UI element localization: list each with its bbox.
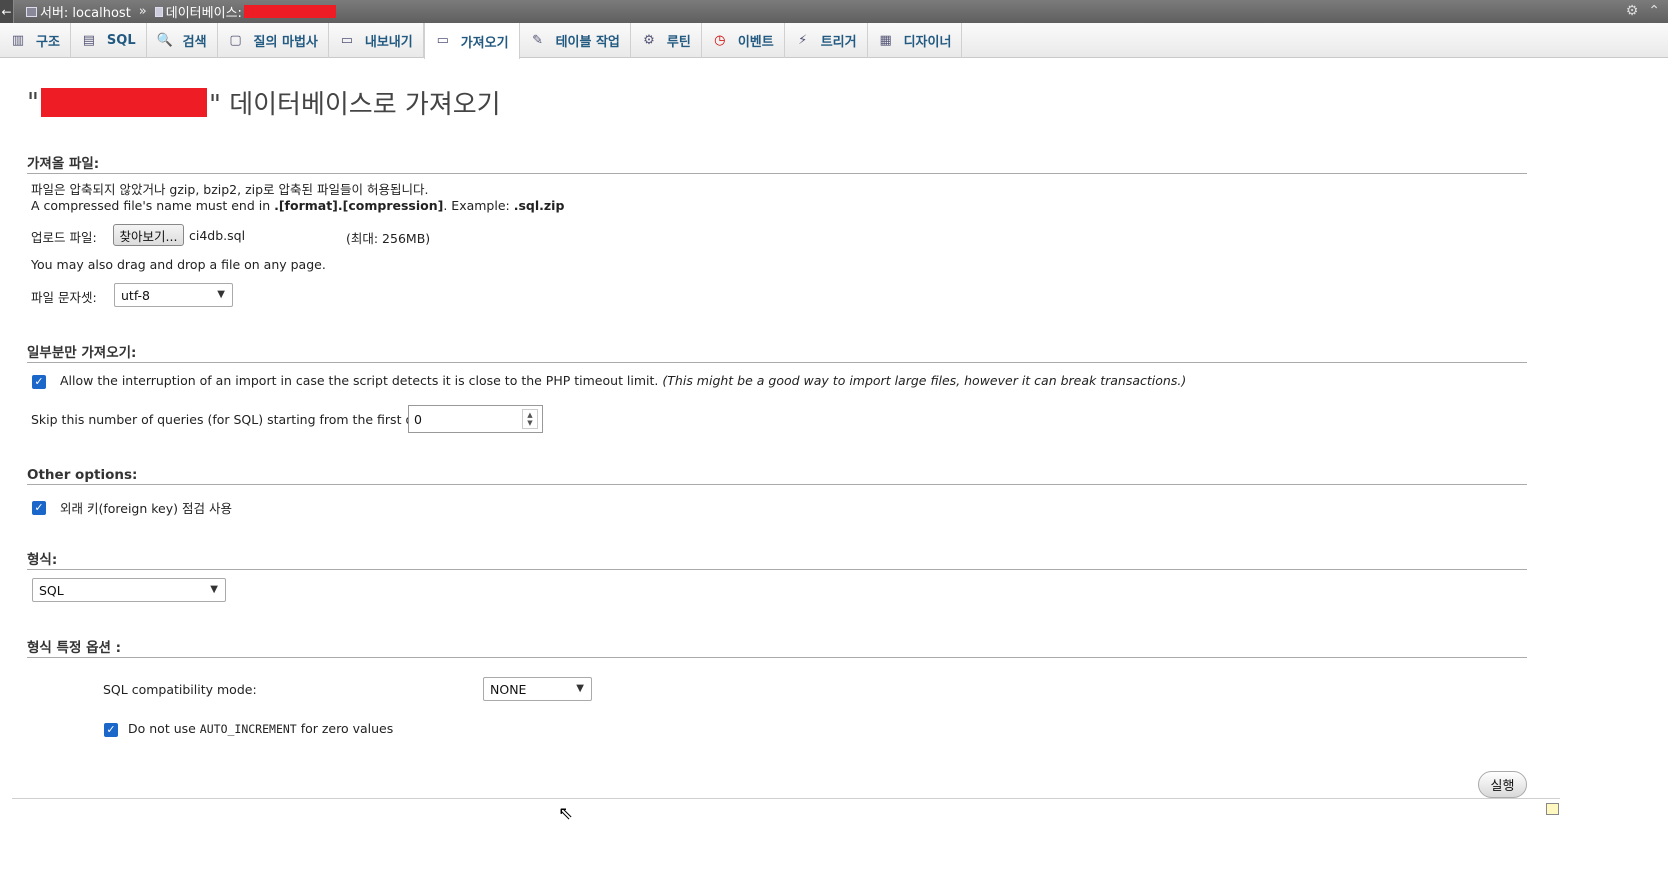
skip-queries-input[interactable]: 0 ▲ ▼ bbox=[408, 405, 543, 433]
charset-label: 파일 문자셋: bbox=[31, 290, 97, 305]
query-icon: ▢ bbox=[229, 32, 242, 48]
console-icon[interactable] bbox=[1546, 803, 1559, 815]
database-label: 데이터베이스: bbox=[165, 6, 242, 21]
tab-search[interactable]: 🔍 검색 bbox=[147, 23, 218, 58]
number-spinner-icon[interactable]: ▲ ▼ bbox=[522, 409, 538, 429]
chevron-down-icon: ▼ bbox=[576, 683, 584, 694]
tab-label: 테이블 작업 bbox=[555, 35, 620, 50]
title-prefix: " bbox=[27, 87, 39, 118]
skip-queries-value: 0 bbox=[414, 411, 422, 427]
top-breadcrumb-bar: ← 서버: localhost » 데이터베이스: ⚙ ⌃ bbox=[0, 0, 1668, 23]
fk-check-checkbox[interactable]: ✓ bbox=[32, 501, 46, 515]
no-auto-increment-checkbox[interactable]: ✓ bbox=[104, 723, 118, 737]
label-code: AUTO_INCREMENT bbox=[199, 722, 297, 736]
label-text: for zero values bbox=[296, 721, 394, 736]
compressed-filename-note: A compressed file's name must end in .[f… bbox=[31, 198, 564, 213]
upload-file-label: 업로드 파일: bbox=[31, 230, 97, 245]
section-heading-format-options: 형식 특정 옵션 : bbox=[27, 636, 1527, 658]
section-heading-format: 형식: bbox=[27, 548, 1527, 570]
back-label: ← bbox=[1, 4, 12, 19]
footer-divider bbox=[12, 798, 1560, 799]
server-icon bbox=[26, 6, 37, 17]
section-heading-other: Other options: bbox=[27, 467, 1527, 485]
allowed-compression-note: 파일은 압축되지 않았거나 gzip, bzip2, zip로 압축된 파일들이… bbox=[31, 182, 429, 197]
export-icon: ▭ bbox=[340, 32, 354, 48]
charset-select[interactable]: utf-8 ▼ bbox=[114, 283, 233, 307]
selected-file-name: ci4db.sql bbox=[189, 228, 246, 243]
designer-icon: ▦ bbox=[879, 32, 892, 48]
collapse-icon[interactable]: ⌃ bbox=[1648, 3, 1660, 19]
import-icon: ▭ bbox=[436, 33, 449, 48]
tab-label: 디자이너 bbox=[903, 35, 952, 50]
redacted-database-name bbox=[243, 5, 336, 18]
tab-label: 검색 bbox=[182, 35, 207, 50]
clock-icon: ◷ bbox=[714, 32, 726, 48]
chevron-down-icon: ▼ bbox=[210, 584, 218, 595]
allow-interrupt-text: Allow the interruption of an import in c… bbox=[60, 373, 659, 388]
skip-queries-label: Skip this number of queries (for SQL) st… bbox=[31, 412, 433, 427]
note-format: .[format].[compression] bbox=[274, 198, 444, 213]
tab-label: 구조 bbox=[36, 35, 60, 50]
tab-designer[interactable]: ▦ 디자이너 bbox=[868, 23, 963, 58]
fk-check-label: 외래 키(foreign key) 점검 사용 bbox=[60, 501, 232, 516]
breadcrumb-database[interactable]: 데이터베이스: bbox=[154, 2, 336, 21]
tab-sql[interactable]: ▤ SQL bbox=[71, 23, 147, 58]
label-text: Do not use bbox=[128, 721, 200, 736]
format-select[interactable]: SQL ▼ bbox=[32, 578, 226, 602]
search-icon: 🔍 bbox=[156, 32, 173, 48]
compat-mode-select[interactable]: NONE ▼ bbox=[483, 677, 592, 701]
tab-label: 가져오기 bbox=[460, 35, 509, 51]
compat-mode-label: SQL compatibility mode: bbox=[103, 682, 257, 697]
server-label: 서버: localhost bbox=[40, 6, 131, 21]
redacted-database-name bbox=[40, 88, 207, 117]
tab-label: 내보내기 bbox=[364, 35, 413, 50]
database-icon bbox=[154, 6, 163, 17]
go-submit-button[interactable]: 실행 bbox=[1478, 771, 1527, 798]
max-upload-size: (최대: 256MB) bbox=[346, 231, 431, 246]
tab-structure[interactable]: ▥ 구조 bbox=[0, 23, 71, 58]
compat-mode-value: NONE bbox=[490, 681, 527, 697]
tab-label: SQL bbox=[106, 33, 136, 48]
tab-routines[interactable]: ⚙ 루틴 bbox=[631, 23, 702, 58]
note-text: A compressed file's name must end in bbox=[31, 198, 275, 213]
sql-icon: ▤ bbox=[82, 32, 96, 48]
tab-label: 루틴 bbox=[666, 35, 691, 50]
tab-label: 트리거 bbox=[820, 35, 857, 50]
browse-file-button[interactable]: 찾아보기... bbox=[113, 224, 184, 246]
routines-icon: ⚙ bbox=[643, 32, 655, 48]
drag-drop-note: You may also drag and drop a file on any… bbox=[31, 257, 326, 272]
section-heading-partial: 일부분만 가져오기: bbox=[27, 341, 1527, 363]
page-title: " " 데이터베이스로 가져오기 bbox=[27, 84, 501, 121]
section-heading-file: 가져올 파일: bbox=[27, 152, 1527, 174]
tab-triggers[interactable]: ⚡ 트리거 bbox=[785, 23, 868, 58]
main-tab-bar: ▥ 구조 ▤ SQL 🔍 검색 ▢ 질의 마법사 ▭ 내보내기 ▭ 가져오기 ✎ 테이블 작업… bbox=[0, 23, 1668, 59]
format-value: SQL bbox=[39, 582, 64, 598]
structure-icon: ▥ bbox=[11, 32, 25, 48]
note-example: .sql.zip bbox=[513, 198, 565, 213]
tab-import[interactable]: ▭ 가져오기 bbox=[423, 23, 520, 59]
breadcrumb-separator: » bbox=[138, 4, 147, 19]
tab-events[interactable]: ◷ 이벤트 bbox=[702, 23, 785, 58]
allow-interrupt-checkbox[interactable]: ✓ bbox=[32, 375, 46, 389]
trigger-icon: ⚡ bbox=[798, 32, 808, 48]
tab-export[interactable]: ▭ 내보내기 bbox=[329, 23, 424, 58]
wrench-icon: ✎ bbox=[532, 32, 544, 48]
back-arrow-icon[interactable]: ← bbox=[0, 0, 14, 23]
note-text: . Example: bbox=[443, 198, 514, 213]
settings-gear-icon[interactable]: ⚙ bbox=[1626, 3, 1639, 19]
allow-interrupt-note: (This might be a good way to import larg… bbox=[662, 373, 1187, 388]
charset-value: utf-8 bbox=[121, 287, 151, 303]
allow-interrupt-label: Allow the interruption of an import in c… bbox=[60, 373, 1186, 388]
breadcrumb-server[interactable]: 서버: localhost bbox=[26, 2, 131, 21]
mouse-cursor-icon: ⇖ bbox=[558, 803, 574, 824]
title-suffix: " 데이터베이스로 가져오기 bbox=[208, 90, 501, 120]
no-auto-increment-label: Do not use AUTO_INCREMENT for zero value… bbox=[128, 721, 393, 736]
chevron-down-icon: ▼ bbox=[217, 289, 225, 300]
tab-label: 이벤트 bbox=[737, 35, 774, 50]
tab-operations[interactable]: ✎ 테이블 작업 bbox=[520, 23, 631, 58]
tab-query-wizard[interactable]: ▢ 질의 마법사 bbox=[218, 23, 329, 58]
tab-label: 질의 마법사 bbox=[253, 35, 318, 50]
